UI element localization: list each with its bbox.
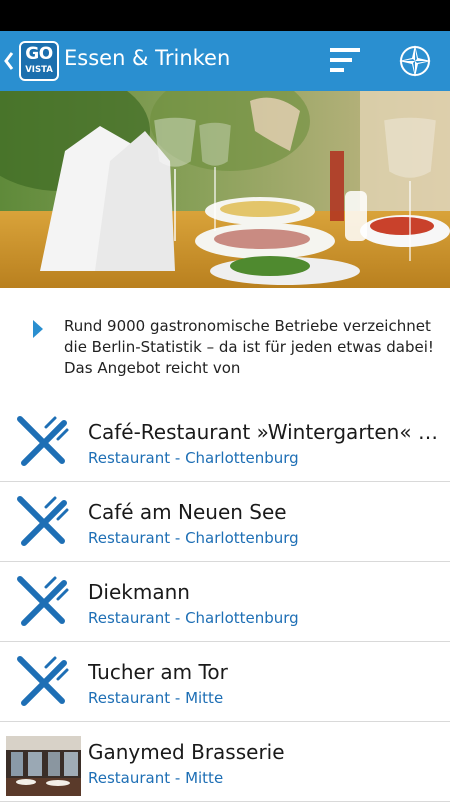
list-item[interactable]: Café am Neuen See Restaurant - Charlotte… [0, 482, 450, 562]
intro-section[interactable]: Rund 9000 gastronomische Betriebe verzei… [0, 288, 450, 392]
page-title: Essen & Trinken [64, 46, 231, 70]
restaurant-list: Café-Restaurant »Wintergarten« i… Restau… [0, 402, 450, 802]
fork-knife-icon [17, 656, 69, 706]
expand-arrow-icon[interactable] [32, 319, 44, 339]
menu-lines-icon[interactable] [328, 44, 362, 76]
fork-knife-icon [17, 416, 69, 466]
item-subtitle: Restaurant - Charlottenburg [88, 529, 299, 547]
item-title: Tucher am Tor [88, 660, 228, 684]
restaurant-photo [6, 736, 81, 796]
compass-icon[interactable] [398, 44, 432, 78]
hero-image [0, 91, 450, 288]
fork-knife-icon [17, 496, 69, 546]
logo-go-text: GO [25, 44, 53, 64]
logo-vista-text: VISTA [25, 65, 53, 75]
item-subtitle: Restaurant - Mitte [88, 689, 224, 707]
back-chevron-icon[interactable] [3, 48, 15, 74]
fork-knife-icon [17, 576, 69, 626]
list-item[interactable]: Ganymed Brasserie Restaurant - Mitte [0, 722, 450, 802]
intro-text: Rund 9000 gastronomische Betriebe verzei… [64, 317, 434, 377]
item-title: Diekmann [88, 580, 190, 604]
app-bar: GO VISTA Essen & Trinken [0, 31, 450, 91]
list-item[interactable]: Tucher am Tor Restaurant - Mitte [0, 642, 450, 722]
list-item[interactable]: Café-Restaurant »Wintergarten« i… Restau… [0, 402, 450, 482]
status-bar [0, 0, 450, 31]
item-subtitle: Restaurant - Mitte [88, 769, 224, 787]
item-title: Café am Neuen See [88, 500, 287, 524]
item-title: Café-Restaurant »Wintergarten« i… [88, 420, 438, 444]
go-vista-logo[interactable]: GO VISTA [19, 41, 59, 81]
list-item[interactable]: Diekmann Restaurant - Charlottenburg [0, 562, 450, 642]
item-subtitle: Restaurant - Charlottenburg [88, 449, 299, 467]
item-title: Ganymed Brasserie [88, 740, 285, 764]
item-subtitle: Restaurant - Charlottenburg [88, 609, 299, 627]
